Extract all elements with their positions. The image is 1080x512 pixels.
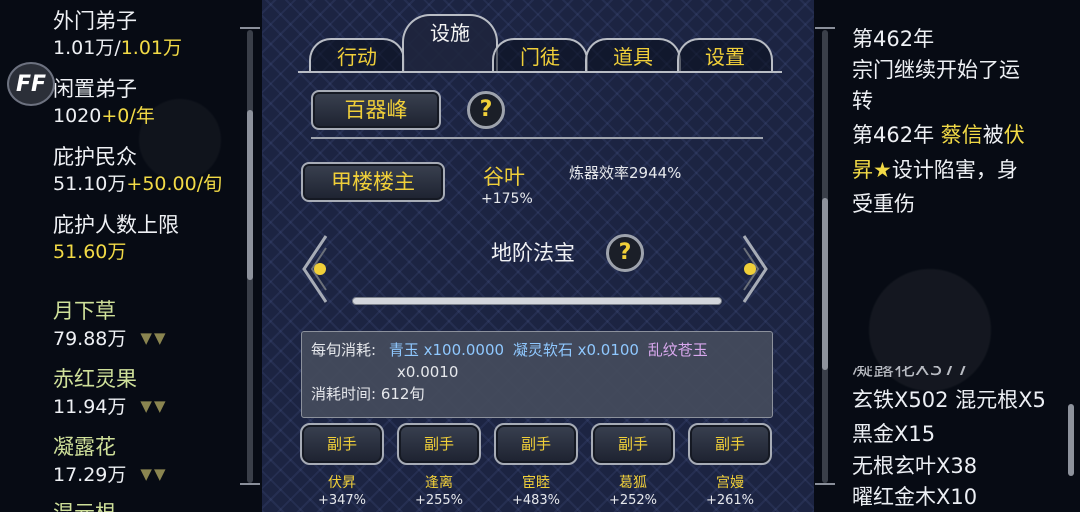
- shelter-limit-stat: 庇护人数上限 51.60万: [53, 213, 179, 263]
- inventory-item: 凝露花X377: [852, 366, 970, 380]
- role-master-button[interactable]: 甲楼楼主: [301, 162, 445, 202]
- divider: [311, 137, 763, 139]
- consumption-box: 每旬消耗: 青玉 x100.0000 凝灵软石 x0.0100 乱纹苍玉 x0.…: [301, 331, 773, 418]
- material-item: 青玉 x100.0000: [388, 341, 505, 359]
- progress-bar: [352, 297, 722, 305]
- inventory-item: 黑金X15: [852, 422, 936, 446]
- assistant-bonus: +483%: [511, 493, 561, 508]
- tab-items[interactable]: 道具: [585, 38, 681, 72]
- facility-scrollbar[interactable]: [822, 30, 828, 483]
- consumption-time: 612旬: [380, 385, 425, 403]
- assistant-bonus: +347%: [317, 493, 367, 508]
- facility-help-icon[interactable]: ?: [467, 91, 505, 129]
- assistant-button[interactable]: 副手: [300, 423, 384, 465]
- tab-action[interactable]: 行动: [309, 38, 405, 72]
- scroll-cap: [240, 483, 260, 491]
- idle-disciples-stat: 闲置弟子 1020+0/年: [53, 77, 155, 127]
- assistant-name[interactable]: 逢离: [397, 472, 481, 492]
- log-entry: 转: [852, 89, 873, 113]
- item-name: 地阶法宝: [491, 241, 575, 265]
- inventory-item: 玄铁X502 混元根X5: [852, 388, 1046, 412]
- material-item: 乱纹苍玉: [647, 341, 708, 359]
- assistant-bonus: +261%: [705, 493, 755, 508]
- item-help-icon[interactable]: ?: [606, 234, 644, 272]
- tab-disciples[interactable]: 门徒: [492, 38, 588, 72]
- assistant-name[interactable]: 宦睦: [494, 472, 578, 492]
- outer-disciples-stat: 外门弟子 1.01万/1.01万: [53, 9, 183, 59]
- log-entry: 第462年 蔡信被伏: [852, 123, 1025, 147]
- assistant-button[interactable]: 副手: [591, 423, 675, 465]
- material-item: 凝灵软石 x0.0100: [512, 341, 639, 359]
- assistant-name[interactable]: 宫嫚: [688, 472, 772, 492]
- left-scrollbar[interactable]: [247, 30, 253, 483]
- sheltered-people-stat: 庇护民众 51.10万+50.00/旬: [53, 145, 223, 195]
- herb-row: 凝露花 17.29万 ▼▼: [53, 435, 168, 486]
- inventory-scrollbar[interactable]: [1068, 404, 1074, 476]
- role-holder-bonus: +175%: [481, 191, 533, 207]
- decrease-trend-icon: ▼▼: [140, 329, 168, 347]
- assistant-button[interactable]: 副手: [494, 423, 578, 465]
- log-entry: 第462年: [852, 27, 935, 51]
- herb-row: 混元根: [53, 500, 116, 512]
- assistant-button[interactable]: 副手: [688, 423, 772, 465]
- ff-badge-button[interactable]: FF: [7, 62, 55, 106]
- herb-row: 月下草 79.88万 ▼▼: [53, 299, 168, 350]
- role-holder-name[interactable]: 谷叶: [483, 161, 525, 191]
- facility-name-button[interactable]: 百器峰: [311, 90, 441, 130]
- inventory-item: 无根玄叶X38: [852, 454, 978, 478]
- assistant-name[interactable]: 葛狐: [591, 472, 675, 492]
- craft-efficiency: 炼器效率2944%: [569, 164, 682, 182]
- tab-settings[interactable]: 设置: [677, 38, 773, 72]
- tab-divider: [298, 71, 782, 73]
- log-entry: 受重伤: [852, 192, 915, 216]
- scroll-cap: [815, 483, 835, 491]
- decrease-trend-icon: ▼▼: [140, 397, 168, 415]
- herb-row: 赤红灵果 11.94万 ▼▼: [53, 367, 168, 418]
- previous-item-arrow-icon[interactable]: [300, 234, 330, 304]
- assistant-name[interactable]: 伏昇: [300, 472, 384, 492]
- log-entry: 昇★设计陷害，身: [852, 158, 1018, 182]
- left-scrollbar-thumb[interactable]: [247, 110, 253, 280]
- assistant-bonus: +255%: [414, 493, 464, 508]
- log-entry: 宗门继续开始了运: [852, 58, 1020, 82]
- assistant-bonus: +252%: [608, 493, 658, 508]
- assistant-button[interactable]: 副手: [397, 423, 481, 465]
- facility-scrollbar-thumb[interactable]: [822, 198, 828, 370]
- tab-facility[interactable]: 设施: [402, 14, 498, 72]
- next-item-arrow-icon[interactable]: [740, 234, 770, 304]
- decrease-trend-icon: ▼▼: [140, 465, 168, 483]
- inventory-item: 曜红金木X10: [852, 485, 978, 509]
- inventory-list: 凝露花X377 玄铁X502 混元根X5 黑金X15 无根玄叶X38 曜红金木X…: [852, 366, 1072, 512]
